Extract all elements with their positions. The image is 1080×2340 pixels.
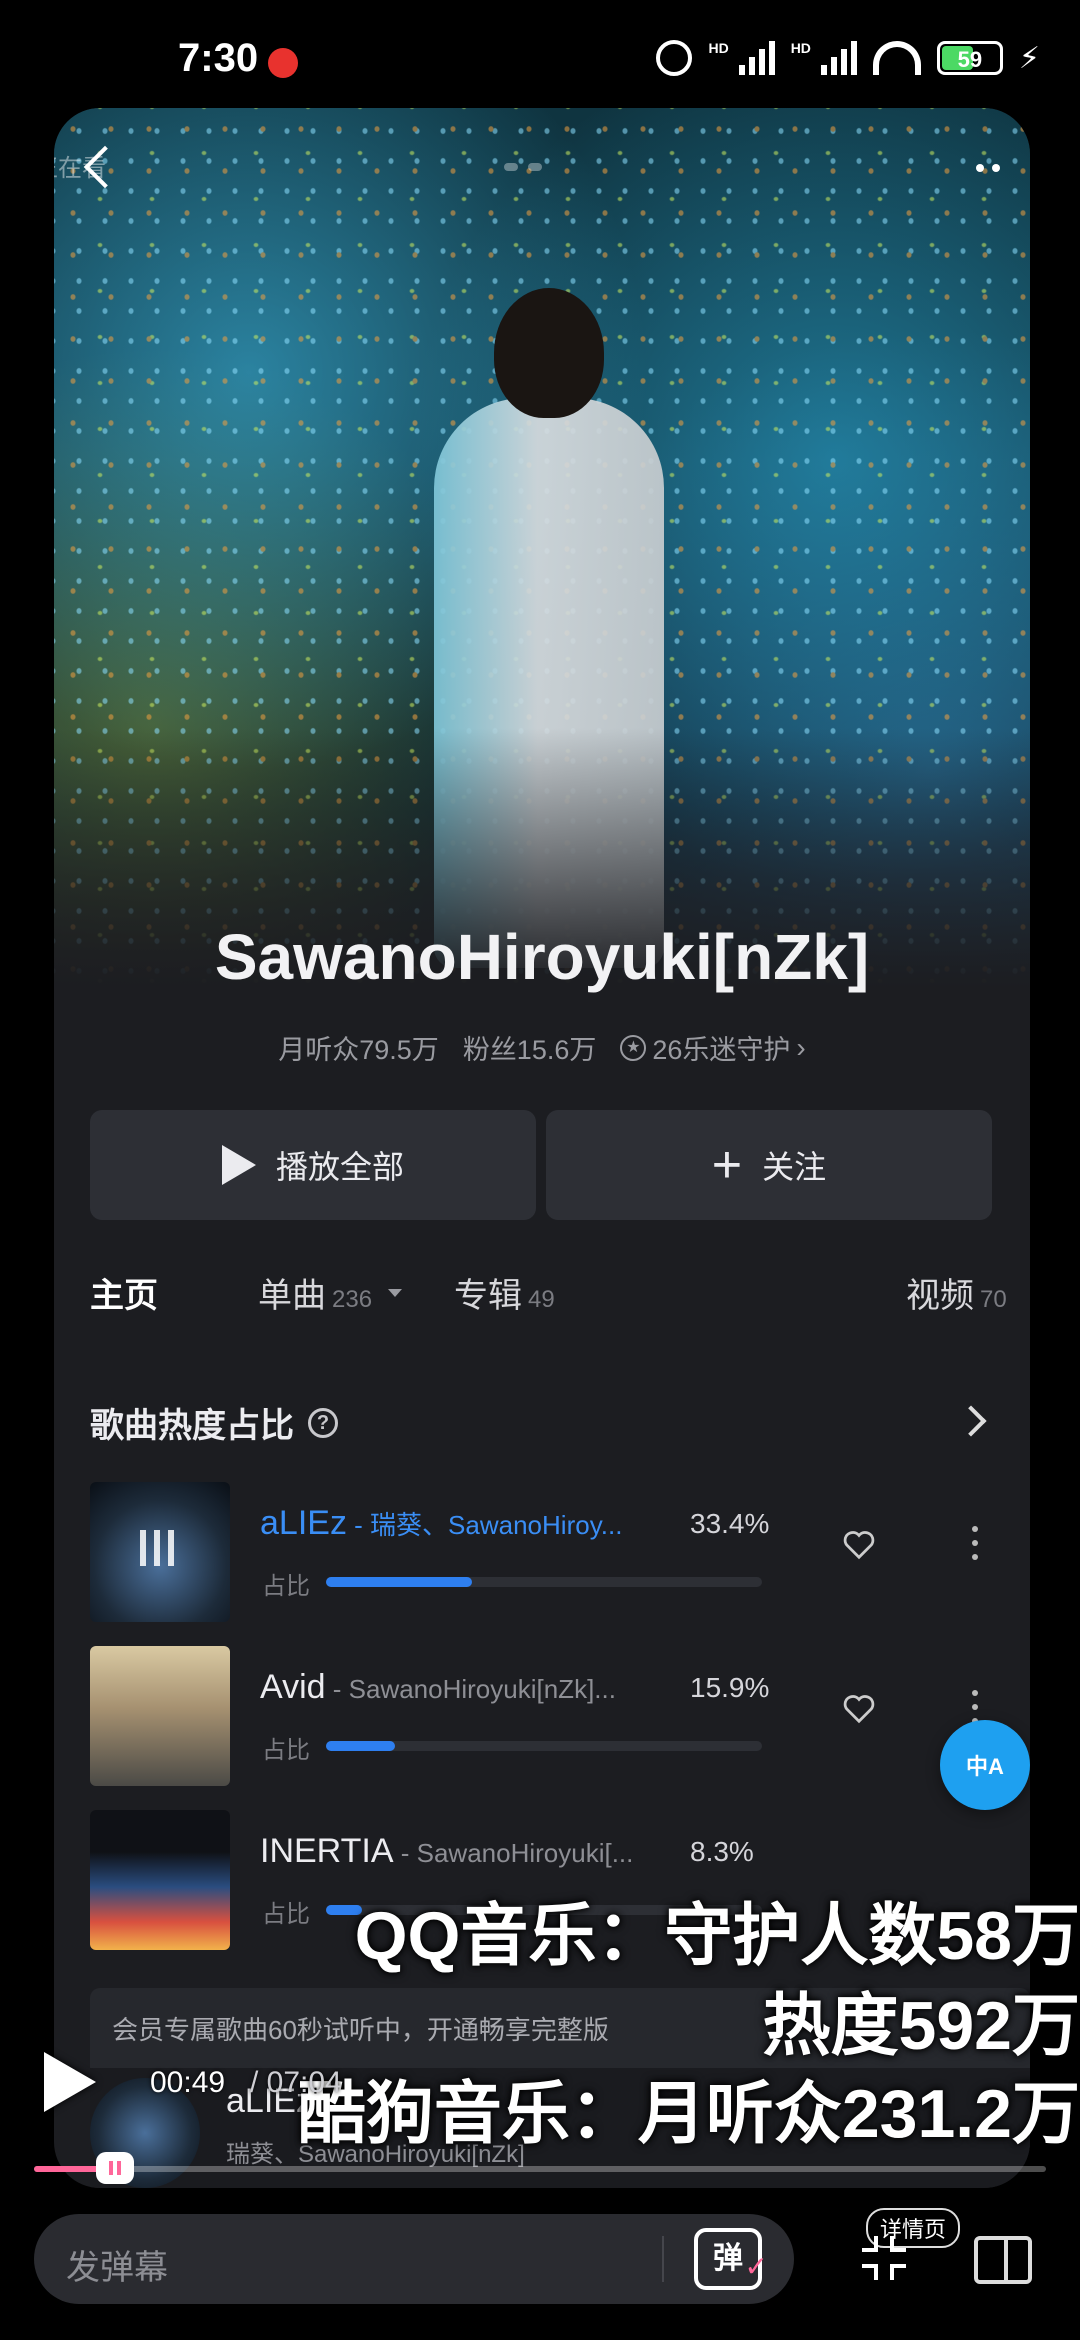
share-bar-fill [326, 1741, 396, 1751]
battery-icon: 59 [936, 41, 1003, 75]
danmaku-toggle-button[interactable]: 弹 ✓ [694, 2228, 768, 2290]
follow-label: 关注 [762, 1149, 827, 1185]
overlay-caption-3: 酷狗音乐：月听众231.2万 [297, 2076, 1080, 2152]
tab-albums-count: 49 [528, 1286, 555, 1313]
tab-bar: 主页 单曲 236 专辑 49 视频 70 [90, 1268, 1030, 1338]
divider [662, 2236, 664, 2282]
overlay-caption-1: QQ音乐：守护人数58万 [354, 1898, 1080, 1974]
vip-notice-text: 会员专属歌曲60秒试听中，开通畅享完整版 [112, 2015, 609, 2045]
charging-icon: ⚡ [1018, 41, 1040, 75]
alarm-icon [656, 40, 693, 76]
battery-level: 59 [957, 47, 983, 72]
tab-singles[interactable]: 单曲 236 [258, 1268, 403, 1317]
progress-knob[interactable] [95, 2152, 134, 2184]
video-play-icon[interactable] [44, 2052, 96, 2112]
guardians-count: 26乐迷守护 [652, 1035, 791, 1065]
caret-down-icon [388, 1288, 403, 1297]
signal-icon [738, 41, 775, 75]
tab-videos[interactable]: 视频 70 [906, 1268, 1007, 1317]
share-bar-fill [326, 1577, 472, 1587]
plus-icon: + [711, 1136, 743, 1194]
guardians-link[interactable]: ★ 26乐迷守护 › [620, 1028, 806, 1067]
section-title: 歌曲热度占比 ? [90, 1398, 990, 1447]
album-cover [90, 1646, 230, 1786]
video-progress-bar[interactable] [34, 2152, 1046, 2184]
notification-icon [268, 48, 298, 78]
song-percent: 33.4% [690, 1508, 770, 1539]
tab-albums[interactable]: 专辑 49 [454, 1268, 555, 1317]
help-icon[interactable]: ? [308, 1407, 338, 1438]
exit-fullscreen-icon[interactable] [862, 2236, 906, 2280]
more-icon[interactable] [976, 164, 1000, 172]
play-all-label: 播放全部 [275, 1149, 404, 1185]
artist-figure-head [494, 288, 604, 418]
song-name: Avid [260, 1668, 326, 1706]
song-artist: - SawanoHiroyuki[nZk]... [325, 1674, 616, 1704]
tab-singles-label: 单曲 [258, 1277, 326, 1315]
danmaku-toggle-label: 弹 [713, 2242, 743, 2275]
artist-name: SawanoHiroyuki[nZk] [214, 921, 870, 993]
song-popularity-header[interactable]: 歌曲热度占比 ? [90, 1398, 990, 1458]
song-name: aLIEz [260, 1504, 347, 1542]
play-all-button[interactable]: 播放全部 [90, 1110, 536, 1220]
follow-button[interactable]: + 关注 [546, 1110, 992, 1220]
star-icon: ★ [620, 1034, 647, 1061]
album-cover [90, 1482, 230, 1622]
top-nav: 正在看 [54, 138, 1030, 198]
song-artist: - 瑞葵、SawanoHiroy... [346, 1510, 623, 1540]
more-vertical-icon[interactable] [972, 1690, 978, 1724]
pause-icon[interactable] [140, 1530, 174, 1566]
status-time: 7:30 [178, 36, 259, 80]
video-total-time: / 07:04 [250, 2066, 342, 2099]
song-title: Avid - SawanoHiroyuki[nZk]... [260, 1668, 616, 1707]
drag-handle[interactable] [504, 163, 542, 171]
share-bar [326, 1741, 762, 1751]
hd-label-2: HD [790, 40, 811, 56]
share-label: 占比 [262, 1573, 310, 1600]
tab-home-label: 主页 [90, 1277, 158, 1315]
check-icon: ✓ [744, 2251, 768, 2282]
song-percent: 8.3% [690, 1836, 754, 1867]
song-percent: 15.9% [690, 1672, 770, 1703]
tab-videos-label: 视频 [906, 1277, 974, 1315]
bottom-bar: 发弹幕 弹 ✓ 详情页 [0, 2200, 1080, 2340]
artist-hero-image [54, 108, 1030, 988]
tab-singles-count: 236 [332, 1286, 373, 1313]
song-artist: - SawanoHiroyuki[... [393, 1838, 634, 1868]
fans-count: 粉丝15.6万 [462, 1035, 597, 1065]
danmaku-input[interactable]: 发弹幕 弹 ✓ [34, 2214, 794, 2304]
song-row-aliez[interactable]: aLIEz - 瑞葵、SawanoHiroy... 33.4% 占比 [90, 1482, 990, 1622]
play-icon [221, 1145, 256, 1185]
album-cover [90, 1810, 230, 1950]
tab-videos-count: 70 [980, 1286, 1007, 1313]
video-current-time: 00:49 [150, 2066, 226, 2099]
wifi-icon [872, 41, 921, 75]
tab-albums-label: 专辑 [454, 1277, 522, 1315]
video-progress-fill [34, 2166, 100, 2172]
song-name: INERTIA [260, 1832, 394, 1870]
danmaku-placeholder: 发弹幕 [66, 2249, 168, 2287]
artist-page-card: 正在看 SawanoHiroyuki[nZk] 月听众79.5万 粉丝15.6万… [54, 108, 1030, 2188]
share-label: 占比 [262, 1737, 310, 1764]
song-row-avid[interactable]: Avid - SawanoHiroyuki[nZk]... 15.9% 占比 [90, 1646, 990, 1786]
status-bar: 7:30 HD HD 59 ⚡ [0, 0, 1080, 110]
split-view-icon[interactable] [974, 2236, 1032, 2284]
monthly-listeners: 月听众79.5万 [278, 1035, 439, 1065]
translate-button[interactable]: 中A [940, 1720, 1030, 1810]
share-label: 占比 [262, 1901, 310, 1928]
more-vertical-icon[interactable] [972, 1526, 978, 1560]
section-title-text: 歌曲热度占比 [90, 1407, 294, 1445]
chevron-right-icon: › [796, 1031, 806, 1063]
song-title: aLIEz - 瑞葵、SawanoHiroy... [260, 1504, 622, 1543]
song-title: INERTIA - SawanoHiroyuki[... [260, 1832, 633, 1871]
share-bar [326, 1577, 762, 1587]
heart-icon[interactable] [842, 1694, 876, 1724]
status-icons: HD HD 59 ⚡ [656, 40, 1040, 76]
signal-icon-2 [820, 41, 857, 75]
hd-label-1: HD [708, 40, 729, 56]
overlay-caption-2: 热度592万 [762, 1988, 1080, 2064]
artist-stats: 月听众79.5万 粉丝15.6万 ★ 26乐迷守护 › [54, 1028, 1030, 1067]
tab-home[interactable]: 主页 [90, 1268, 158, 1317]
heart-icon[interactable] [842, 1530, 876, 1560]
